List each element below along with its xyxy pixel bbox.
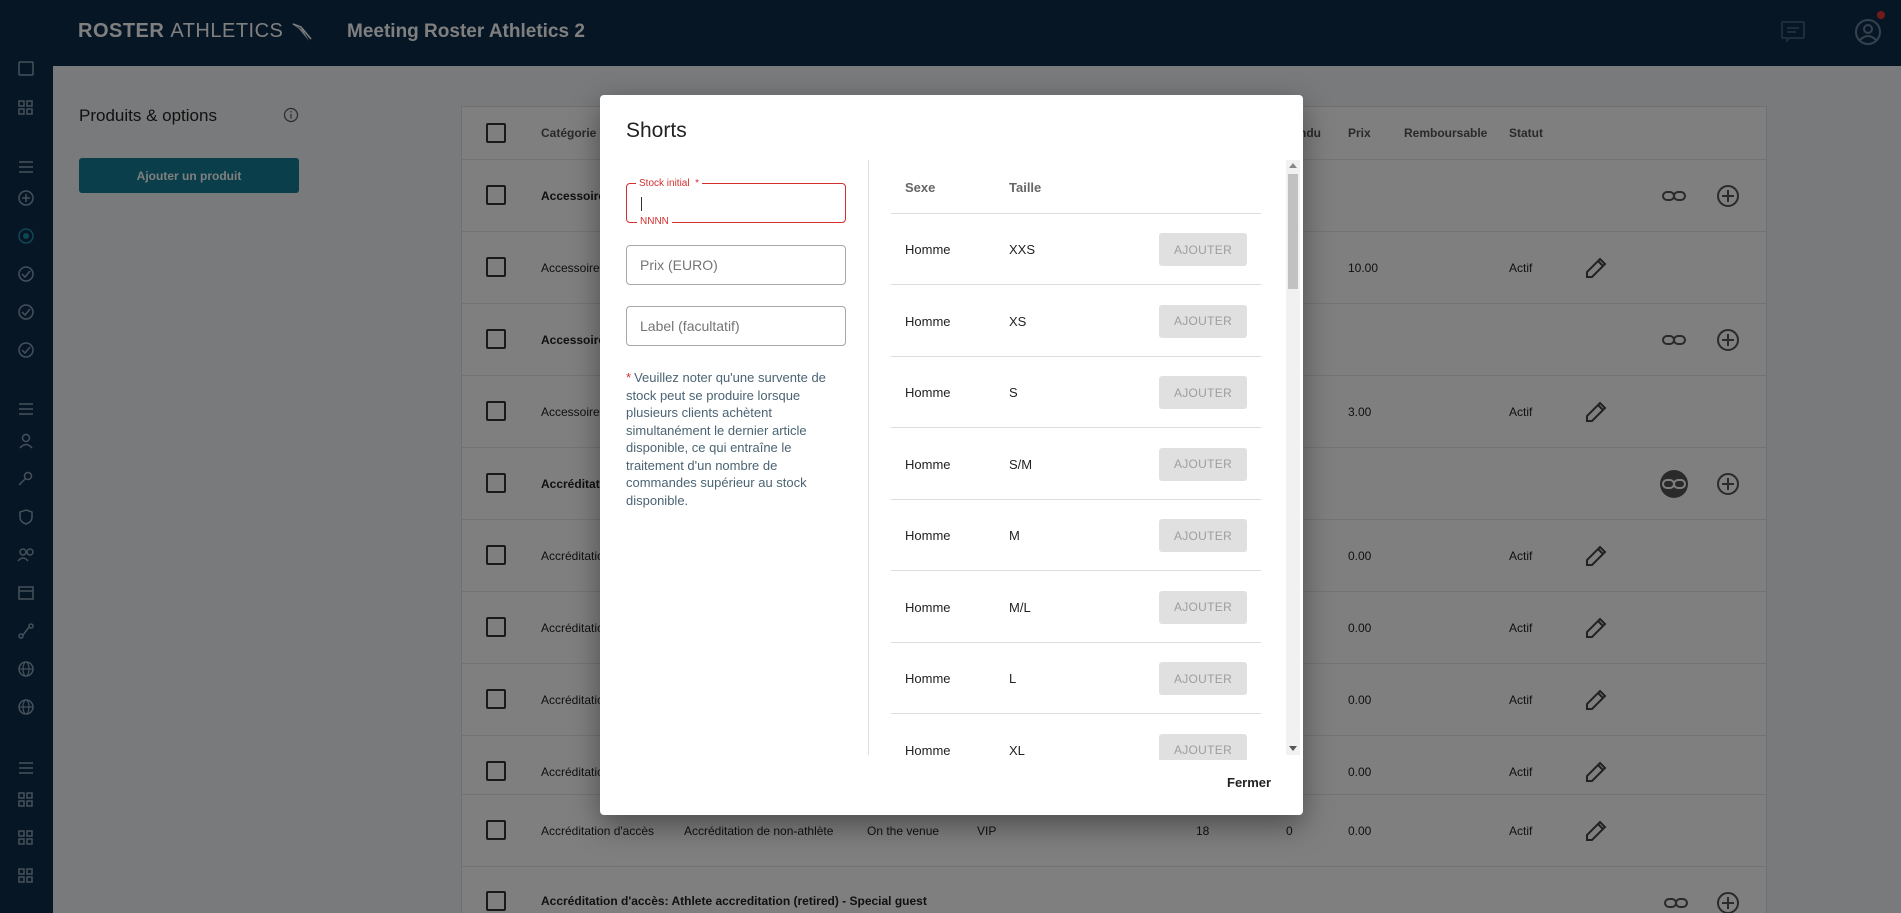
size-row: Homme L AJOUTER (891, 643, 1261, 714)
size-row: Homme XXS AJOUTER (891, 214, 1261, 285)
size-row-sex: Homme (905, 599, 951, 615)
add-size-button[interactable]: AJOUTER (1159, 447, 1247, 481)
size-row-size: XXS (1009, 242, 1036, 257)
size-row-sex: Homme (905, 671, 951, 686)
size-row: Homme S AJOUTER (891, 357, 1261, 428)
scrollbar-thumb[interactable] (1288, 174, 1298, 289)
col-sex: Sexe (905, 180, 936, 195)
close-button[interactable]: Fermer (1227, 775, 1271, 790)
add-size-button[interactable]: AJOUTER (1159, 590, 1247, 624)
size-row-size: S/M (1009, 456, 1033, 472)
size-row-size: S (1009, 385, 1018, 400)
add-size-button[interactable]: AJOUTER (1159, 304, 1247, 338)
size-row: Homme XS AJOUTER (891, 286, 1261, 357)
size-row-size: XL (1009, 742, 1025, 758)
add-size-button[interactable]: AJOUTER (1159, 519, 1247, 552)
add-size-button[interactable]: AJOUTER (1159, 733, 1247, 760)
sizes-scrollbar[interactable] (1286, 160, 1300, 755)
scroll-up-arrow-icon[interactable] (1289, 163, 1297, 168)
size-row-size: M/L (1009, 599, 1031, 615)
size-row-sex: Homme (905, 385, 951, 400)
scroll-down-arrow-icon[interactable] (1289, 746, 1297, 751)
sizes-list: Sexe Taille Homme XXS AJOUTER Homme XS AJOUTE… (600, 160, 1303, 760)
size-row-sex: Homme (905, 242, 951, 257)
size-row-sex: Homme (905, 313, 951, 329)
size-row-sex: Homme (905, 456, 951, 472)
dialog-title: Shorts (626, 119, 687, 142)
size-row-sex: Homme (905, 528, 951, 543)
size-row: Homme S/M AJOUTER (891, 429, 1261, 500)
size-row-sex: Homme (905, 742, 951, 758)
size-row-size: XS (1009, 313, 1027, 329)
add-size-button[interactable]: AJOUTER (1159, 376, 1247, 409)
size-row: Homme M AJOUTER (891, 500, 1261, 571)
add-size-button[interactable]: AJOUTER (1159, 233, 1247, 266)
add-size-button[interactable]: AJOUTER (1159, 662, 1247, 695)
size-row: Homme XL AJOUTER (891, 715, 1261, 760)
stock-dialog: Shorts Stock initial * NNNN *Veuillez no… (600, 95, 1303, 815)
size-row-size: L (1009, 671, 1017, 686)
col-size: Taille (1009, 180, 1042, 195)
size-row: Homme M/L AJOUTER (891, 572, 1261, 643)
size-row-size: M (1009, 528, 1020, 543)
